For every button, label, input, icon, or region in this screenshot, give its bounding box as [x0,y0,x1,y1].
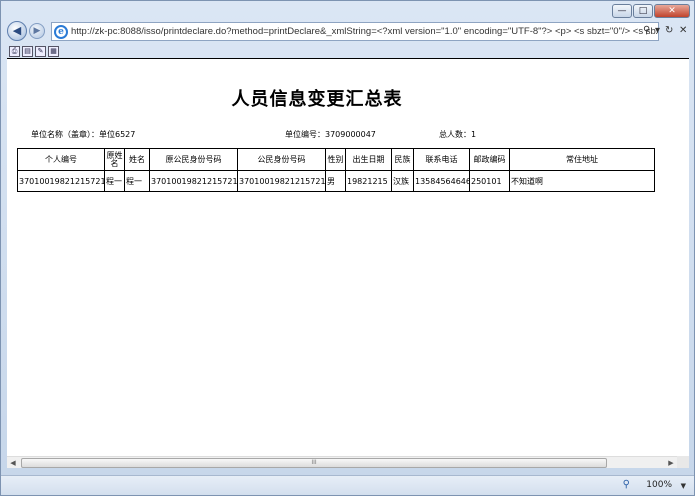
print-icon[interactable]: ⎙ [9,46,20,57]
table-cell: 不知道啊 [509,170,655,192]
forward-icon[interactable]: ▶ [29,23,45,39]
table-cell: 370100198212157217 [149,170,238,192]
column-header: 常住地址 [509,148,655,171]
page-setup-icon[interactable]: ✎ [35,46,46,57]
search-icon[interactable]: ⚲ [643,25,650,36]
table-cell: 250101 [469,170,510,192]
scroll-left-icon[interactable]: ◀ [7,457,19,469]
table-cell: 13584564646 [413,170,470,192]
table-row: 370100198212157217 程一 程一 370100198212157… [17,170,655,192]
ie-page-icon: e [54,24,68,39]
page-content: 人员信息变更汇总表 单位名称（盖章）：单位6527 单位编号：370900004… [7,58,689,456]
print-preview-icon[interactable]: ▤ [22,46,33,57]
unit-code: 单位编号：3709000047 [285,130,376,139]
column-header: 姓名 [124,148,150,171]
column-header: 个人编号 [17,148,105,171]
table-header-row: 个人编号 原姓名 姓名 原公民身份号码 公民身份号码 性别 出生日期 民族 联系… [17,148,655,171]
total-count: 总人数：1 [439,130,477,139]
table-cell: 程一 [104,170,125,192]
minimize-button[interactable]: — [612,4,632,18]
table-cell: 男 [325,170,346,192]
horizontal-scrollbar[interactable]: ◀ III ▶ [7,456,677,468]
table-cell: 370100198212157217 [17,170,105,192]
column-header: 出生日期 [345,148,392,171]
table-cell: 汉族 [391,170,414,192]
refresh-icon[interactable]: ↻ [665,25,673,36]
column-header: 民族 [391,148,414,171]
zoom-dropdown-icon[interactable]: ▼ [681,482,686,490]
maximize-button[interactable]: □ [633,4,653,18]
window-controls: — □ ✕ [612,4,690,18]
scrollbar-thumb[interactable]: III [21,458,607,468]
table-cell: 370100198212157217 [237,170,326,192]
column-header: 联系电话 [413,148,470,171]
status-bar: ⚲ 100% ▼ [1,475,694,495]
report-title: 人员信息变更汇总表 [231,89,403,110]
column-header: 原公民身份号码 [149,148,238,171]
table-cell: 19821215 [345,170,392,192]
export-icon[interactable]: ▦ [48,46,59,57]
navigation-bar: ◀ ▶ e http://zk-pc:8088/isso/printdeclar… [1,19,695,45]
close-button[interactable]: ✕ [654,4,690,18]
change-summary-table: 个人编号 原姓名 姓名 原公民身份号码 公民身份号码 性别 出生日期 民族 联系… [17,148,655,192]
zoom-icon[interactable]: ⚲ [623,479,630,490]
table-cell: 程一 [124,170,150,192]
column-header: 性别 [325,148,346,171]
browser-window: — □ ✕ ◀ ▶ e http://zk-pc:8088/isso/print… [0,0,695,496]
zoom-level[interactable]: 100% [646,480,672,490]
column-header: 原姓名 [104,148,125,171]
address-bar[interactable]: e http://zk-pc:8088/isso/printdeclare.do… [51,22,659,41]
print-toolbar: ⎙ ▤ ✎ ▦ [9,45,689,58]
stop-icon[interactable]: ✕ [679,25,687,36]
scrollbar-corner [677,456,689,468]
column-header: 邮政编码 [469,148,510,171]
unit-name: 单位名称（盖章）：单位6527 [31,130,136,139]
back-icon[interactable]: ◀ [7,21,27,41]
address-url[interactable]: http://zk-pc:8088/isso/printdeclare.do?m… [71,26,658,37]
scroll-right-icon[interactable]: ▶ [665,457,677,469]
column-header: 公民身份号码 [237,148,326,171]
dropdown-chevron-icon[interactable]: ▾ [655,25,660,36]
